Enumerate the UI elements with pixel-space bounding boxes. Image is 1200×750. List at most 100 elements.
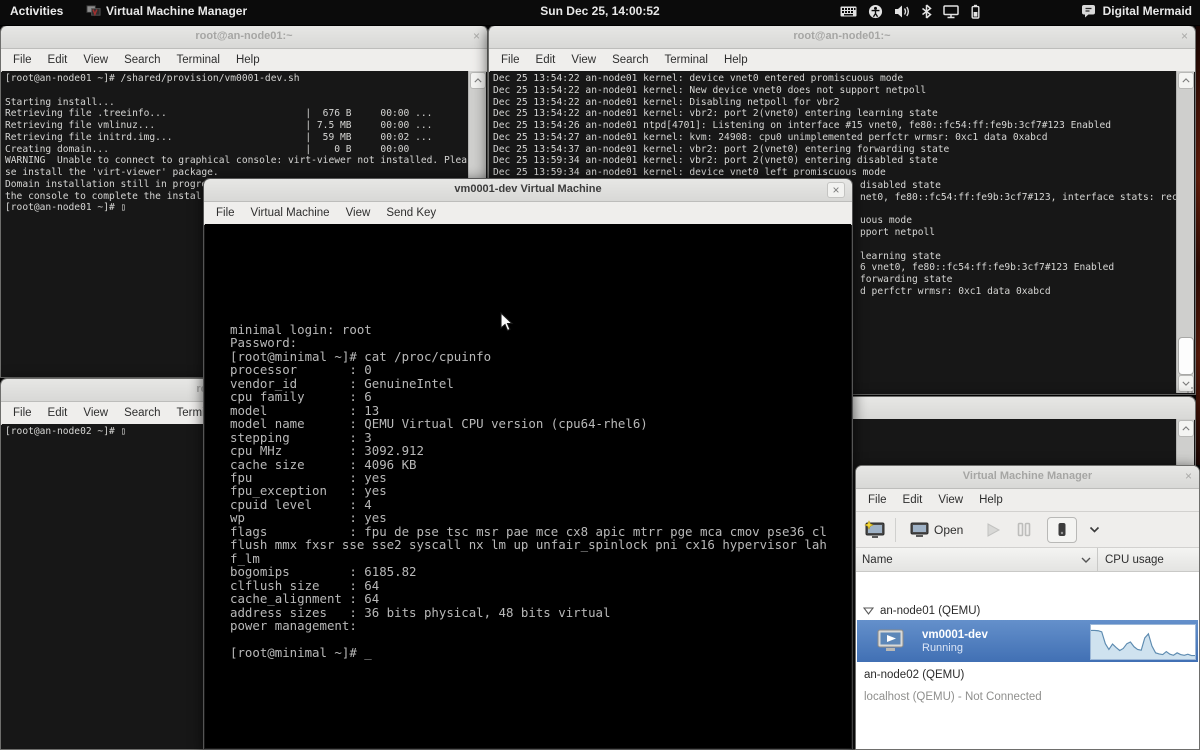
terminal-menubar: File Edit View Search Terminal Help xyxy=(489,49,1195,72)
scroll-up-icon[interactable] xyxy=(470,72,486,89)
new-vm-button[interactable] xyxy=(863,520,887,540)
pause-vm-button[interactable] xyxy=(1017,522,1031,537)
gnome-top-bar: Activities Virtual Machine Manager Sun D… xyxy=(0,0,1200,26)
shutdown-icon xyxy=(1056,522,1068,537)
host-label: an-node02 (QEMU) xyxy=(864,669,964,681)
sort-chevron-icon xyxy=(1081,557,1091,563)
column-header-cpu[interactable]: CPU usage xyxy=(1098,548,1199,571)
desktop-wallpaper-edge xyxy=(1196,25,1200,465)
user-name: Digital Mermaid xyxy=(1103,4,1192,18)
menu-file[interactable]: File xyxy=(5,54,40,66)
menu-search[interactable]: Search xyxy=(116,54,168,66)
open-button[interactable]: Open xyxy=(904,519,969,541)
pause-icon xyxy=(1017,522,1031,537)
display-icon[interactable] xyxy=(943,4,959,19)
menu-send-key[interactable]: Send Key xyxy=(378,207,444,219)
open-button-label: Open xyxy=(934,523,963,537)
scrollbar-thumb[interactable] xyxy=(1178,337,1194,375)
vm-icon xyxy=(877,629,904,653)
toolbar-separator xyxy=(895,518,896,542)
menu-search[interactable]: Search xyxy=(116,407,168,419)
bluetooth-icon[interactable] xyxy=(921,4,932,19)
shutdown-menu-button[interactable] xyxy=(1089,526,1100,533)
focused-app-title: Virtual Machine Manager xyxy=(106,4,247,18)
host-row-an-node01[interactable]: an-node01 (QEMU) xyxy=(857,601,1198,620)
window-title: Virtual Machine Manager xyxy=(856,470,1199,482)
user-menu[interactable]: Digital Mermaid xyxy=(1081,4,1192,18)
vm-list-header: Name CPU usage xyxy=(856,548,1199,572)
host-row-an-node02[interactable]: an-node02 (QEMU) xyxy=(857,664,1198,686)
menu-edit[interactable]: Edit xyxy=(40,54,76,66)
vm-menubar: File Virtual Machine View Send Key xyxy=(204,202,852,225)
titlebar[interactable]: root@an-node01:~ × xyxy=(489,26,1195,49)
menu-help[interactable]: Help xyxy=(228,54,268,66)
host-label: an-node01 (QEMU) xyxy=(880,605,980,617)
close-icon[interactable]: × xyxy=(473,29,480,43)
menu-file[interactable]: File xyxy=(860,494,895,506)
run-vm-button[interactable] xyxy=(985,522,1001,538)
vmm-menubar: File Edit View Help xyxy=(856,489,1199,512)
vm-row-vm0001-dev[interactable]: vm0001-dev Running xyxy=(857,620,1198,662)
menu-edit[interactable]: Edit xyxy=(40,407,76,419)
vm-console-window: vm0001-dev Virtual Machine × File Virtua… xyxy=(203,178,853,750)
vm-console-text: minimal login: root Password: [root@mini… xyxy=(205,224,851,659)
focused-app-indicator[interactable]: Virtual Machine Manager xyxy=(86,3,247,18)
menu-file[interactable]: File xyxy=(208,207,243,219)
close-icon[interactable]: × xyxy=(827,182,845,198)
terminal-menubar: File Edit View Search Terminal Help xyxy=(1,49,487,72)
menu-virtual-machine[interactable]: Virtual Machine xyxy=(243,207,338,219)
terminal-text: Dec 25 13:54:22 an-node01 kernel: device… xyxy=(490,71,1194,181)
accessibility-icon[interactable] xyxy=(868,4,883,19)
host-row-localhost[interactable]: localhost (QEMU) - Not Connected xyxy=(857,686,1198,708)
menu-terminal[interactable]: Terminal xyxy=(657,54,716,66)
activities-button[interactable]: Activities xyxy=(10,4,63,18)
new-vm-icon xyxy=(863,520,887,540)
chevron-down-icon xyxy=(1089,526,1100,533)
status-icon-tray xyxy=(840,4,981,19)
shutdown-vm-button[interactable] xyxy=(1047,517,1077,543)
titlebar[interactable]: Virtual Machine Manager × xyxy=(856,466,1199,489)
battery-icon[interactable] xyxy=(970,4,981,19)
menu-help[interactable]: Help xyxy=(971,494,1011,506)
open-vm-icon xyxy=(910,522,929,538)
menu-view[interactable]: View xyxy=(930,494,971,506)
vm-state-badge: Running xyxy=(922,642,988,654)
scroll-up-icon[interactable] xyxy=(1178,72,1194,89)
vmm-toolbar: Open xyxy=(856,512,1199,548)
close-icon[interactable]: × xyxy=(1181,29,1188,43)
cpu-usage-sparkline xyxy=(1090,624,1196,660)
virtual-machine-manager-window: Virtual Machine Manager × File Edit View… xyxy=(855,465,1200,750)
menu-edit[interactable]: Edit xyxy=(895,494,931,506)
mouse-cursor xyxy=(500,312,514,338)
window-title: root@an-node01:~ xyxy=(1,30,487,42)
menu-help[interactable]: Help xyxy=(716,54,756,66)
expander-icon[interactable] xyxy=(863,607,874,615)
menu-file[interactable]: File xyxy=(5,407,40,419)
play-icon xyxy=(985,522,1001,538)
vm-console-screen[interactable]: minimal login: root Password: [root@mini… xyxy=(205,224,851,748)
titlebar[interactable]: vm0001-dev Virtual Machine × xyxy=(204,179,852,202)
column-header-name[interactable]: Name xyxy=(856,548,1098,571)
keyboard-icon[interactable] xyxy=(840,4,857,19)
menu-edit[interactable]: Edit xyxy=(528,54,564,66)
window-title: vm0001-dev Virtual Machine xyxy=(204,183,852,195)
menu-search[interactable]: Search xyxy=(604,54,656,66)
vm-name: vm0001-dev xyxy=(922,629,988,641)
name-column-label: Name xyxy=(862,554,893,566)
vmm-app-icon xyxy=(86,3,101,18)
titlebar[interactable]: root@an-node01:~ × xyxy=(1,26,487,49)
menu-view[interactable]: View xyxy=(75,407,116,419)
scrollbar[interactable] xyxy=(1176,71,1194,393)
menu-terminal[interactable]: Terminal xyxy=(169,54,228,66)
scroll-up-icon[interactable] xyxy=(1178,420,1194,437)
window-title: root@an-node01:~ xyxy=(489,30,1195,42)
menu-file[interactable]: File xyxy=(493,54,528,66)
menu-view[interactable]: View xyxy=(338,207,379,219)
volume-icon[interactable] xyxy=(894,4,910,19)
menu-view[interactable]: View xyxy=(75,54,116,66)
menu-view[interactable]: View xyxy=(563,54,604,66)
clock[interactable]: Sun Dec 25, 14:00:52 xyxy=(540,4,659,18)
terminal-text-overflow: disabled state net0, fe80::fc54:ff:fe9b:… xyxy=(857,178,1186,300)
resize-grip[interactable] xyxy=(1185,386,1194,395)
close-icon[interactable]: × xyxy=(1185,469,1192,483)
